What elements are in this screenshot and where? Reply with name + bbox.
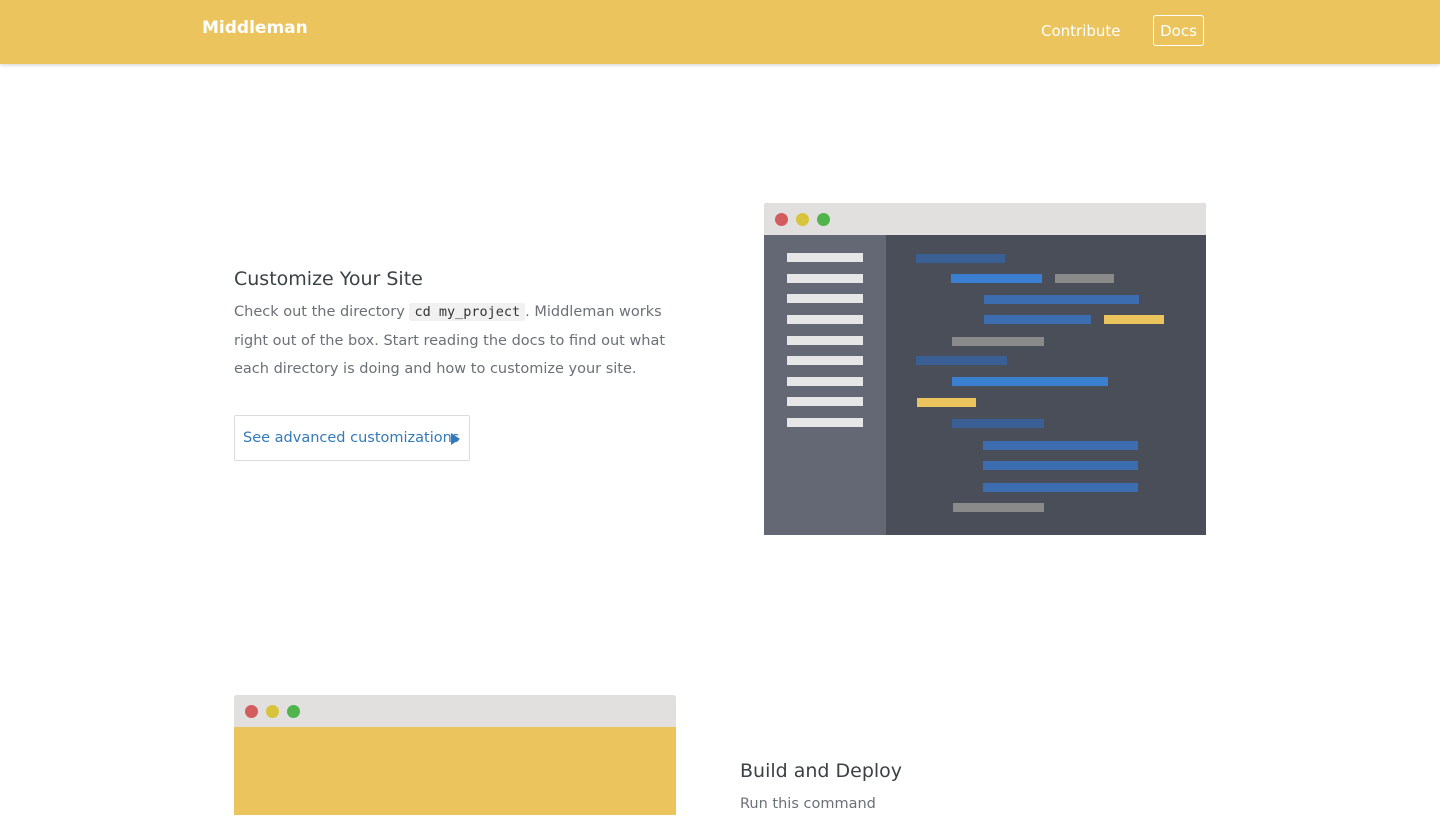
window-titlebar [234, 695, 676, 727]
customize-code: cd my_project [409, 303, 526, 321]
window-zoom-dot [287, 705, 300, 718]
code-line [1055, 274, 1114, 283]
file-line [787, 418, 863, 427]
file-line [787, 356, 863, 365]
nav-docs-button[interactable]: Docs [1153, 15, 1204, 46]
file-line [787, 377, 863, 386]
code-line [983, 461, 1138, 470]
customize-desc-before: Check out the directory [234, 304, 410, 320]
file-line [787, 336, 863, 345]
code-line [1104, 315, 1164, 324]
code-line [984, 295, 1139, 304]
code-line [916, 254, 1005, 263]
file-line [787, 397, 863, 406]
nav-contribute-link[interactable]: Contribute [1041, 22, 1121, 40]
window-close-dot [245, 705, 258, 718]
code-line [916, 356, 1007, 365]
editor-file-sidebar [764, 235, 886, 535]
code-line [983, 483, 1138, 492]
build-description: Run this command [740, 790, 1200, 819]
triangle-right-icon [451, 433, 460, 445]
customize-description: Check out the directory cd my_project. M… [234, 298, 684, 384]
file-line [787, 274, 863, 283]
code-line [917, 398, 976, 407]
code-line [951, 274, 1042, 283]
code-line [983, 441, 1138, 450]
code-line [952, 419, 1044, 428]
file-line [787, 315, 863, 324]
window-zoom-dot [817, 213, 830, 226]
window-close-dot [775, 213, 788, 226]
code-line [953, 503, 1044, 512]
cta-label: See advanced customizations [243, 430, 460, 446]
browser-illustration [234, 695, 676, 815]
customize-title: Customize Your Site [234, 268, 423, 290]
build-desc-before: Run this command [740, 796, 876, 812]
code-editor-illustration [764, 203, 1206, 535]
code-line [952, 377, 1108, 386]
code-line [984, 315, 1091, 324]
window-minimize-dot [266, 705, 279, 718]
file-line [787, 294, 863, 303]
window-minimize-dot [796, 213, 809, 226]
code-line [952, 337, 1044, 346]
window-titlebar [764, 203, 1206, 235]
file-line [787, 253, 863, 262]
build-title: Build and Deploy [740, 760, 903, 782]
brand-logo[interactable]: Middleman [202, 18, 308, 38]
site-header: Middleman Contribute Docs [0, 0, 1440, 64]
see-advanced-customizations-button[interactable]: See advanced customizations [234, 415, 470, 461]
